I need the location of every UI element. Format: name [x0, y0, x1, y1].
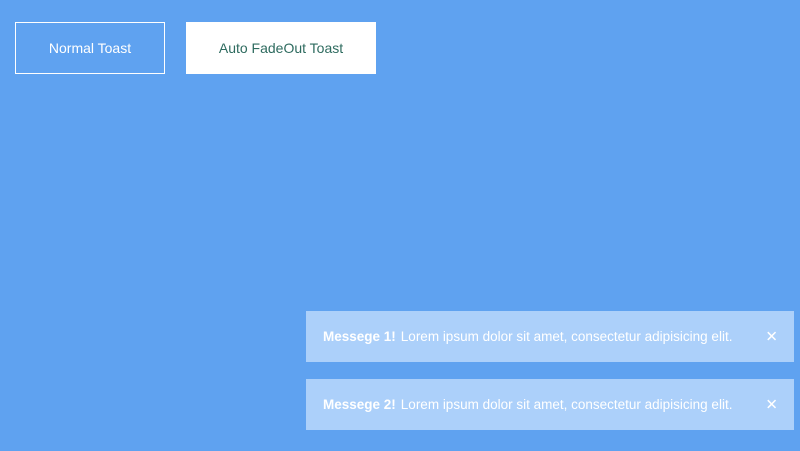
toast-title: Messege 1!: [323, 329, 396, 344]
auto-fadeout-toast-button[interactable]: Auto FadeOut Toast: [186, 22, 376, 74]
toast-message-1: Messege 1! Lorem ipsum dolor sit amet, c…: [306, 311, 794, 362]
toast-message-2: Messege 2! Lorem ipsum dolor sit amet, c…: [306, 379, 794, 430]
toast-title: Messege 2!: [323, 397, 396, 412]
close-icon[interactable]: ✕: [765, 397, 778, 412]
normal-toast-button[interactable]: Normal Toast: [15, 22, 165, 74]
close-icon[interactable]: ✕: [765, 329, 778, 344]
toast-text: Lorem ipsum dolor sit amet, consectetur …: [400, 329, 733, 344]
toast-text: Lorem ipsum dolor sit amet, consectetur …: [400, 397, 733, 412]
